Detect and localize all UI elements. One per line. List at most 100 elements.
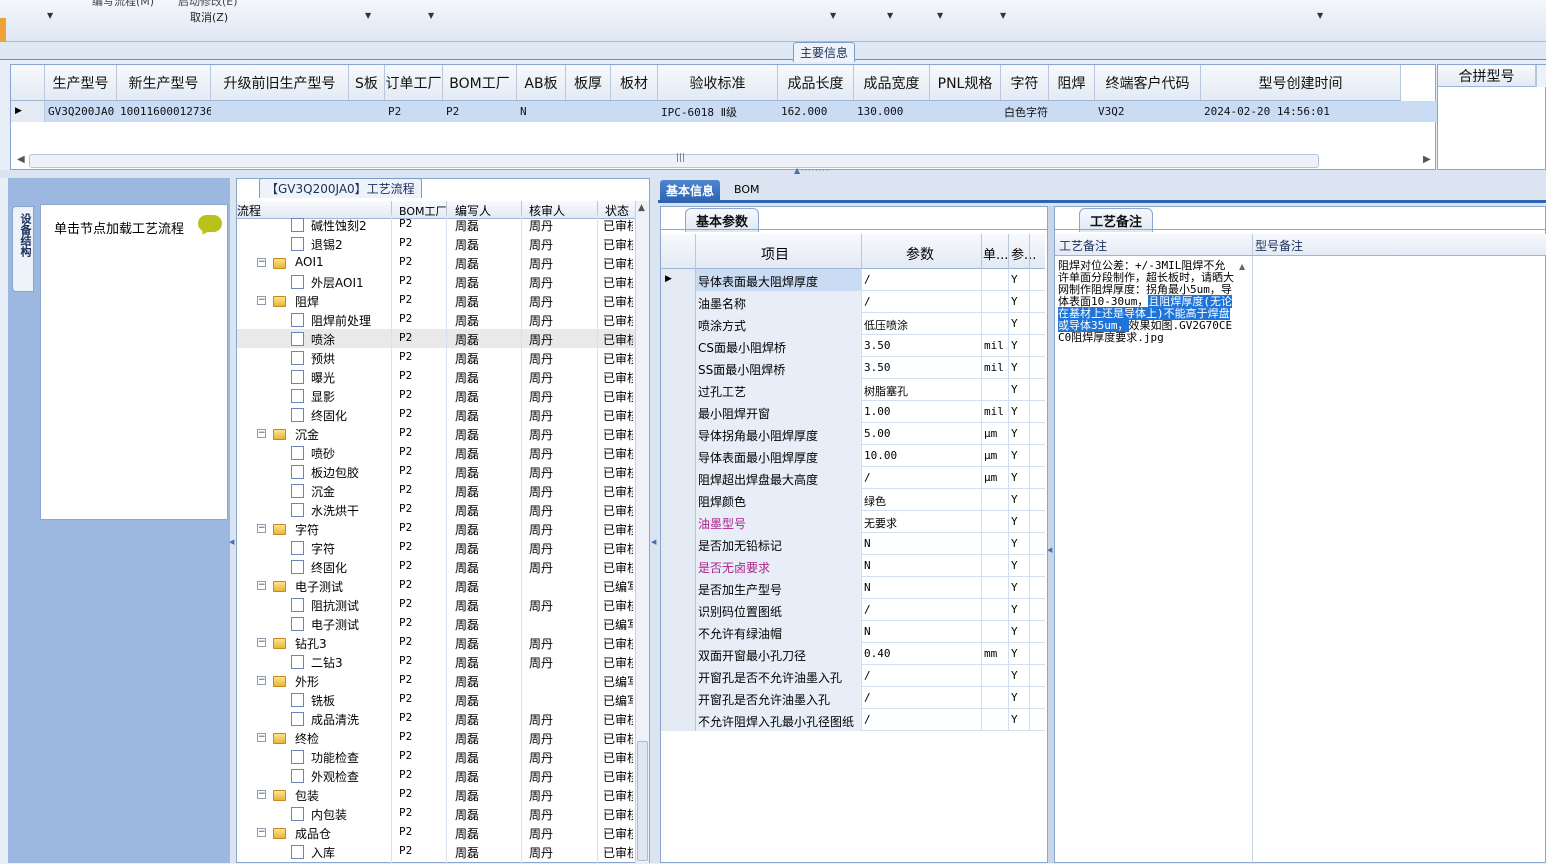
tree-node[interactable]: 显影 P2 周磊 周丹 已审核: [237, 386, 640, 405]
column-header[interactable]: 生产型号: [45, 65, 117, 101]
tree-node[interactable]: 入库 P2 周磊 周丹 已审核: [237, 842, 640, 861]
scroll-left-icon[interactable]: ◀: [17, 154, 25, 165]
splitter-arrow-icon[interactable]: ◀: [229, 538, 234, 546]
tree-node[interactable]: 预烘 P2 周磊 周丹 已审核: [237, 348, 640, 367]
table-cell[interactable]: P2: [385, 101, 443, 122]
table-cell[interactable]: N: [517, 101, 566, 122]
tree-node[interactable]: 外层AOI1 P2 周磊 周丹 已审核: [237, 272, 640, 291]
column-header[interactable]: 板厚: [566, 65, 611, 101]
table-row[interactable]: 是否加生产型号 N Y: [661, 577, 1045, 599]
tree-node[interactable]: 终固化 P2 周磊 周丹 已审核: [237, 405, 640, 424]
vertical-scrollbar[interactable]: [1536, 65, 1546, 87]
dropdown-arrow-icon[interactable]: ▼: [1317, 11, 1323, 20]
column-header-item[interactable]: 项目: [761, 244, 789, 264]
table-row[interactable]: ▶ 导体表面最大阻焊厚度 / Y: [661, 269, 1045, 291]
tree-node[interactable]: 铣板 P2 周磊 已编写: [237, 690, 640, 709]
tree-node[interactable]: − 成品仓 P2 周磊 周丹 已审核: [237, 823, 640, 842]
params-table[interactable]: ▶ 导体表面最大阻焊厚度 / Y 油墨名称 / Y 喷涂方式 低压喷涂 Y CS面最小阻焊桥 3.50…: [661, 269, 1045, 739]
table-row[interactable]: 是否加无铅标记 N Y: [661, 533, 1045, 555]
tree-node[interactable]: 喷涂 P2 周磊 周丹 已审核: [237, 329, 640, 348]
collapse-icon[interactable]: −: [257, 676, 266, 685]
tree-node[interactable]: − 终检 P2 周磊 周丹 已审核: [237, 728, 640, 747]
table-row[interactable]: 最小阻焊开窗 1.00 mil Y: [661, 401, 1045, 423]
table-row[interactable]: 油墨名称 / Y: [661, 291, 1045, 313]
vertical-scrollbar[interactable]: ▲: [635, 201, 649, 863]
table-row[interactable]: 阻焊超出焊盘最大高度 / μm Y: [661, 467, 1045, 489]
tree-node[interactable]: − 外形 P2 周磊 已编写: [237, 671, 640, 690]
tree-node[interactable]: 喷砂 P2 周磊 周丹 已审核: [237, 443, 640, 462]
column-header[interactable]: 终端客户代码: [1095, 65, 1201, 101]
table-row[interactable]: 是否无卤要求 N Y: [661, 555, 1045, 577]
tree-node[interactable]: 电子测试 P2 周磊 已编写: [237, 614, 640, 633]
column-header[interactable]: 阻焊: [1049, 65, 1095, 101]
table-row[interactable]: 不允许有绿油帽 N Y: [661, 621, 1045, 643]
scroll-right-icon[interactable]: ▶: [1423, 154, 1431, 165]
process-flow-tree[interactable]: 碱性蚀刻2P2周磊周丹已审核退锡2P2周磊周丹已审核−AOI1P2周磊周丹已审核…: [237, 215, 640, 863]
tree-node[interactable]: 碱性蚀刻2 P2 周磊 周丹 已审核: [237, 215, 640, 234]
dropdown-arrow-icon[interactable]: ▼: [428, 11, 434, 20]
tree-node[interactable]: 沉金 P2 周磊 周丹 已审核: [237, 481, 640, 500]
column-header[interactable]: BOM工厂: [443, 65, 517, 101]
tree-node[interactable]: 外观检查 P2 周磊 周丹 已审核: [237, 766, 640, 785]
tree-node[interactable]: 板边包胶 P2 周磊 周丹 已审核: [237, 462, 640, 481]
column-header[interactable]: 新生产型号: [117, 65, 211, 101]
tree-node[interactable]: − 包装 P2 周磊 周丹 已审核: [237, 785, 640, 804]
table-cell[interactable]: [566, 101, 611, 122]
vertical-splitter[interactable]: ◀: [650, 178, 658, 863]
column-header[interactable]: 合拼型号: [1438, 65, 1536, 87]
tree-node[interactable]: 字符 P2 周磊 周丹 已审核: [237, 538, 640, 557]
tree-node[interactable]: − 电子测试 P2 周磊 已编写: [237, 576, 640, 595]
collapse-icon[interactable]: −: [257, 296, 266, 305]
splitter-grip-icon[interactable]: ▲········: [794, 166, 830, 175]
table-cell[interactable]: 白色字符: [1001, 101, 1049, 122]
column-header-value[interactable]: 参数: [906, 244, 934, 264]
table-cell[interactable]: [349, 101, 385, 122]
table-row[interactable]: 喷涂方式 低压喷涂 Y: [661, 313, 1045, 335]
table-row[interactable]: 识别码位置图纸 / Y: [661, 599, 1045, 621]
table-cell[interactable]: P2: [443, 101, 517, 122]
column-header[interactable]: 成品长度: [778, 65, 854, 101]
collapse-icon[interactable]: −: [257, 638, 266, 647]
table-cell[interactable]: [930, 101, 1001, 122]
table-row[interactable]: 阻焊颜色 绿色 Y: [661, 489, 1045, 511]
collapse-icon[interactable]: −: [257, 733, 266, 742]
scroll-up-icon[interactable]: ▲: [1239, 262, 1245, 271]
table-row[interactable]: CS面最小阻焊桥 3.50 mil Y: [661, 335, 1045, 357]
column-header[interactable]: 验收标准: [658, 65, 778, 101]
table-row[interactable]: 导体拐角最小阻焊厚度 5.00 μm Y: [661, 423, 1045, 445]
column-header[interactable]: S板: [349, 65, 385, 101]
dropdown-arrow-icon[interactable]: ▼: [1000, 11, 1006, 20]
collapse-icon[interactable]: −: [257, 581, 266, 590]
tree-node[interactable]: 终固化 P2 周磊 周丹 已审核: [237, 557, 640, 576]
tab-equipment-structure[interactable]: 设备结构: [12, 206, 34, 292]
tab-basic-info[interactable]: 基本信息: [660, 180, 721, 201]
table-cell[interactable]: [1049, 101, 1095, 122]
collapse-icon[interactable]: −: [257, 524, 266, 533]
column-header-unit[interactable]: 单...: [983, 244, 1008, 263]
table-cell[interactable]: V3Q2: [1095, 101, 1201, 122]
column-header[interactable]: 字符: [1001, 65, 1049, 101]
column-header[interactable]: 型号创建时间: [1201, 65, 1401, 101]
table-row[interactable]: 导体表面最小阻焊厚度 10.00 μm Y: [661, 445, 1045, 467]
splitter-arrow-icon[interactable]: ◀: [1047, 546, 1052, 554]
tree-node[interactable]: − 阻焊 P2 周磊 周丹 已审核: [237, 291, 640, 310]
tree-node[interactable]: 阻抗测试 P2 周磊 周丹 已审核: [237, 595, 640, 614]
collapse-icon[interactable]: −: [257, 828, 266, 837]
table-row[interactable]: 过孔工艺 树脂塞孔 Y: [661, 379, 1045, 401]
tab-bom[interactable]: BOM: [734, 183, 760, 196]
tree-node[interactable]: 成品清洗 P2 周磊 周丹 已审核: [237, 709, 640, 728]
splitter-arrow-icon[interactable]: ◀: [651, 538, 656, 546]
table-row[interactable]: 油墨型号 无要求 Y: [661, 511, 1045, 533]
collapse-icon[interactable]: −: [257, 790, 266, 799]
dropdown-arrow-icon[interactable]: ▼: [830, 11, 836, 20]
table-cell[interactable]: GV3Q200JA0: [45, 101, 117, 122]
column-header[interactable]: 成品宽度: [854, 65, 930, 101]
tree-node[interactable]: − 沉金 P2 周磊 周丹 已审核: [237, 424, 640, 443]
collapse-icon[interactable]: −: [257, 258, 266, 267]
table-cell[interactable]: [611, 101, 658, 122]
tree-node[interactable]: 水洗烘干 P2 周磊 周丹 已审核: [237, 500, 640, 519]
tree-node[interactable]: 退锡2 P2 周磊 周丹 已审核: [237, 234, 640, 253]
tree-node[interactable]: − 钻孔3 P2 周磊 周丹 已审核: [237, 633, 640, 652]
tree-node[interactable]: − AOI1 P2 周磊 周丹 已审核: [237, 253, 640, 272]
table-cell[interactable]: [211, 101, 349, 122]
